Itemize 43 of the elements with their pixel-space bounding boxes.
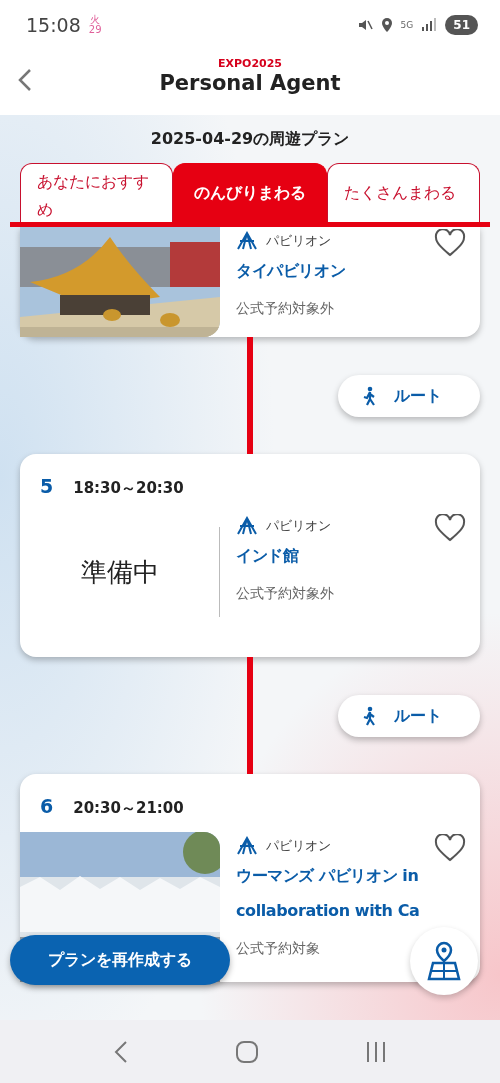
tent-icon <box>236 516 258 536</box>
stop-time: 18:30～20:30 <box>73 478 184 499</box>
reservation-status: 公式予約対象外 <box>236 584 335 603</box>
plan-tab[interactable]: のんびりまわる <box>173 163 327 222</box>
tent-icon <box>236 836 258 856</box>
heart-icon[interactable] <box>434 834 466 862</box>
status-text: 準備中 <box>20 527 220 617</box>
category-label: パビリオン <box>266 837 331 856</box>
pavilion-name[interactable]: タイパビリオン <box>236 253 451 288</box>
stop-number: 5 <box>40 474 54 499</box>
route-button[interactable]: ルート <box>338 374 480 417</box>
location-icon <box>380 17 393 33</box>
reservation-status: 公式予約対象 <box>236 939 321 958</box>
reservation-status: 公式予約対象外 <box>236 299 335 318</box>
heart-icon[interactable] <box>434 514 466 542</box>
map-pin-icon <box>427 941 461 981</box>
heart-icon[interactable] <box>434 229 466 257</box>
network-indicator: 5G <box>400 20 414 30</box>
walking-icon <box>362 385 376 406</box>
walking-icon <box>362 705 376 726</box>
plan-title: 2025-04-29の周遊プラン <box>150 129 350 148</box>
stop-number: 6 <box>40 794 54 819</box>
date-indicator: 火 29 <box>88 15 102 35</box>
rebuild-plan-button[interactable]: プランを再作成する <box>10 935 230 985</box>
brand-label: EXPO2025 <box>217 58 283 70</box>
category-label: パビリオン <box>266 232 331 251</box>
pavilion-name[interactable]: ウーマンズ パビリオン in collaboration with Ca <box>236 858 451 928</box>
tent-icon <box>236 231 258 251</box>
route-button[interactable]: ルート <box>338 694 480 737</box>
home-icon <box>236 1040 258 1063</box>
app-title: Personal Agent <box>159 71 341 95</box>
clock-time: 15:08 <box>26 12 81 38</box>
back-icon <box>114 1039 128 1064</box>
mute-icon <box>356 17 373 33</box>
plan-tab[interactable]: たくさんまわる <box>326 163 480 222</box>
pavilion-name[interactable]: インド館 <box>236 538 451 573</box>
plan-tab[interactable]: あなたにおすすめ <box>20 163 174 222</box>
signal-icon <box>421 18 438 32</box>
stop-time: 20:30～21:00 <box>73 798 184 819</box>
category-label: パビリオン <box>266 517 331 536</box>
recent-apps-icon <box>366 1040 386 1063</box>
battery-indicator: 51 <box>445 15 478 35</box>
back-icon <box>18 68 32 92</box>
